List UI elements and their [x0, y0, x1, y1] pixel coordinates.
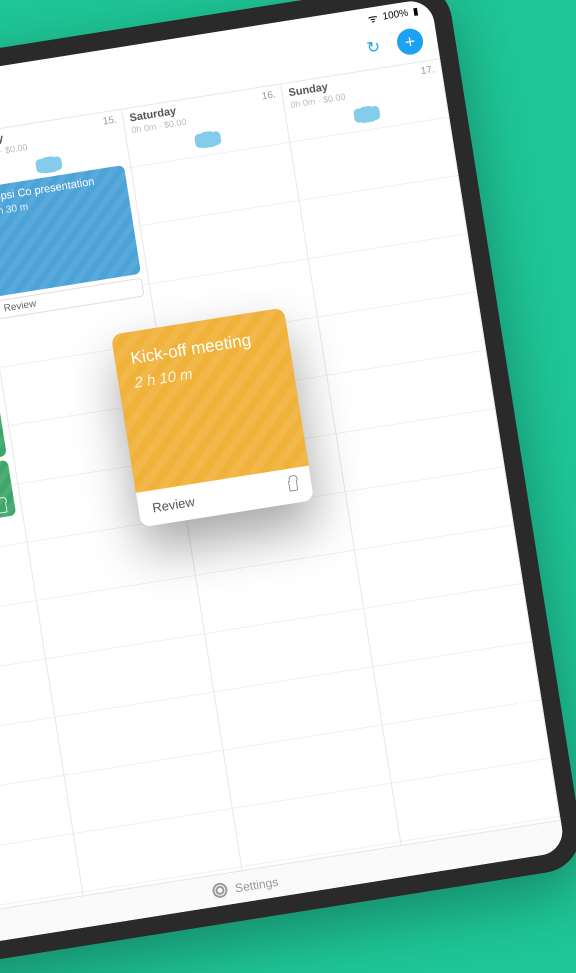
event-review-lower[interactable]: eview	[0, 460, 16, 538]
battery-icon: ▮	[412, 6, 419, 18]
brain-icon	[197, 130, 219, 149]
day-number: 15.	[102, 115, 117, 128]
settings-label[interactable]: Settings	[234, 874, 279, 895]
day-number: 17.	[420, 64, 435, 77]
brain-icon	[38, 155, 60, 174]
week-columns: Thursday 14. 0h 0m · $0.00 Genaral V 4 h…	[0, 58, 566, 952]
floating-event-card[interactable]: Kick-off meeting 2 h 10 m Review	[111, 308, 314, 528]
gear-icon[interactable]	[211, 882, 228, 899]
refresh-button[interactable]: ↻	[362, 36, 385, 59]
wifi-icon: ᯤ	[367, 11, 379, 27]
lock-icon	[0, 502, 8, 514]
add-button[interactable]: +	[395, 27, 425, 57]
brain-icon	[356, 105, 378, 124]
battery-level: 100%	[382, 8, 409, 23]
app-logo-icon	[506, 683, 546, 738]
event-pepsi[interactable]: Pepsi Co presentation 4 h 30 m	[0, 165, 141, 297]
lock-icon	[288, 480, 299, 492]
day-number: 16.	[261, 89, 276, 102]
floating-footer-label: Review	[151, 494, 195, 515]
